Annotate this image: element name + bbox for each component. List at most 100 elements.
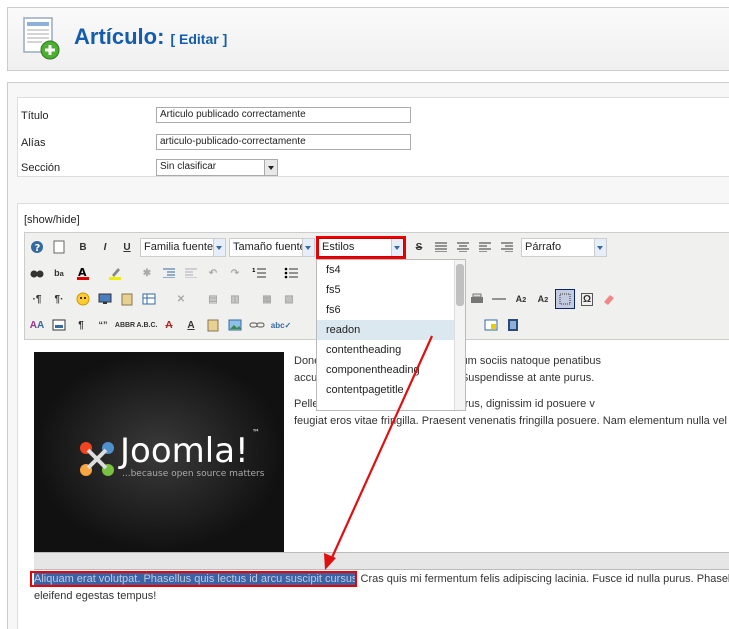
visual-chars-icon[interactable]: ¶ <box>71 315 91 335</box>
replace-icon[interactable]: ba <box>49 263 69 283</box>
visual-aid-icon[interactable] <box>555 289 575 309</box>
delete-row-icon[interactable]: ▧ <box>279 289 299 309</box>
dropdown-scrollbar[interactable] <box>454 260 465 410</box>
paragraph-select[interactable]: Párrafo <box>521 238 607 257</box>
image-icon[interactable] <box>225 315 245 335</box>
joomla-logo-graphic: Joomla! ™ ...because open source matters <box>80 428 265 479</box>
rtl-icon[interactable]: ¶· <box>49 289 69 309</box>
eraser-icon[interactable] <box>599 289 619 309</box>
subscript-icon[interactable]: A2 <box>511 289 531 309</box>
cell-props-icon[interactable]: ▥ <box>225 289 245 309</box>
emoticons-icon[interactable] <box>73 289 93 309</box>
font-size-value: Tamaño fuente <box>233 241 306 253</box>
superscript-icon[interactable]: A2 <box>533 289 553 309</box>
find-icon[interactable] <box>27 263 47 283</box>
help-icon[interactable]: ? <box>27 237 47 257</box>
underline-icon[interactable]: U <box>117 237 137 257</box>
styles-props-icon[interactable]: AA <box>27 315 47 335</box>
svg-text:1: 1 <box>252 268 256 274</box>
paste-icon[interactable] <box>117 289 137 309</box>
highlight-color-icon[interactable] <box>105 263 125 283</box>
styles-option-fs5[interactable]: fs5 <box>317 280 465 300</box>
abbr-icon[interactable]: ABBR <box>115 315 135 335</box>
page-title-text: Artículo: <box>74 24 165 49</box>
strikethrough-icon[interactable]: S <box>409 237 429 257</box>
font-size-select[interactable]: Tamaño fuente <box>229 238 315 257</box>
spellcheck-icon[interactable]: abc✓ <box>271 315 292 335</box>
page: Artículo: [ Editar ] Título Articulo publ… <box>0 0 729 629</box>
undo-icon[interactable]: ↶ <box>203 263 223 283</box>
joomla-logo-image[interactable]: Joomla! ™ ...because open source matters <box>34 352 284 552</box>
delete-table-icon[interactable]: ✕ <box>171 289 191 309</box>
styles-option-contentpagetitle[interactable]: contentpagetitle <box>317 380 465 400</box>
font-family-value: Familia fuente <box>144 241 214 253</box>
chevron-down-icon <box>302 239 314 256</box>
styles-select[interactable]: Estilos <box>316 236 406 259</box>
alias-input[interactable]: articulo-publicado-correctamente <box>156 134 411 150</box>
joomla-wordmark: Joomla! <box>118 431 249 471</box>
chevron-down-icon <box>391 239 403 256</box>
scrollbar-thumb[interactable] <box>456 264 464 306</box>
align-right-icon[interactable] <box>497 237 517 257</box>
article-add-icon <box>23 17 60 60</box>
print-icon[interactable] <box>467 289 487 309</box>
fields-box: Título Articulo publicado correctamente … <box>17 97 729 177</box>
edit-link[interactable]: [ Editar ] <box>170 31 227 47</box>
outdent-icon[interactable] <box>181 263 201 283</box>
styles-option-fs4[interactable]: fs4 <box>317 260 465 280</box>
align-justify-icon[interactable] <box>431 237 451 257</box>
styles-dropdown-list: fs4 fs5 fs6 readon contentheading componenthe… <box>316 259 466 411</box>
paragraph-2-line-2: feugiat eros vitae fringilla. Praesent v… <box>294 415 729 427</box>
joomla-tagline: ...because open source matters <box>122 469 265 479</box>
joomla-trademark: ™ <box>252 428 260 437</box>
styles-option-readon[interactable]: readon <box>317 320 465 340</box>
media-icon[interactable] <box>95 289 115 309</box>
seccion-label: Sección <box>21 162 61 174</box>
text-color-icon[interactable]: A <box>73 263 93 283</box>
bold-icon[interactable]: B <box>73 237 93 257</box>
horizontal-rule-icon[interactable] <box>489 289 509 309</box>
alias-label: Alías <box>21 137 46 149</box>
selection-bar <box>34 552 729 570</box>
redo-icon[interactable]: ↷ <box>225 263 245 283</box>
special-char-icon[interactable]: Ω <box>577 289 597 309</box>
styles-option-fs6[interactable]: fs6 <box>317 300 465 320</box>
attributes-icon[interactable] <box>203 315 223 335</box>
template-icon[interactable] <box>481 315 501 335</box>
ordered-list-icon[interactable]: 1 <box>249 263 269 283</box>
titulo-label: Título <box>21 110 49 122</box>
cite-icon[interactable]: “” <box>93 315 113 335</box>
chevron-down-icon <box>594 239 606 256</box>
clean-icon[interactable]: ✱ <box>137 263 157 283</box>
italic-icon[interactable]: I <box>95 237 115 257</box>
paragraph-3-rest: Cras quis mi fermentum felis adipiscing … <box>357 573 729 585</box>
align-center-icon[interactable] <box>453 237 473 257</box>
seccion-select[interactable]: Sin clasificar <box>156 159 278 176</box>
seccion-value: Sin clasificar <box>160 161 217 172</box>
insert-row-icon[interactable]: ▦ <box>257 289 277 309</box>
unordered-list-icon[interactable] <box>281 263 301 283</box>
indent-icon[interactable] <box>159 263 179 283</box>
styles-option-contentheading[interactable]: contentheading <box>317 340 465 360</box>
row-props-icon[interactable]: ▤ <box>203 289 223 309</box>
ins-icon[interactable]: A <box>181 315 201 335</box>
ltr-icon[interactable]: ·¶ <box>27 289 47 309</box>
highlight-annotation-box <box>30 571 357 587</box>
chevron-down-icon <box>213 239 225 256</box>
acronym-icon[interactable]: A.B.C. <box>137 315 158 335</box>
page-title: Artículo: [ Editar ] <box>74 24 227 50</box>
titulo-input[interactable]: Articulo publicado correctamente <box>156 107 411 123</box>
video-icon[interactable] <box>503 315 523 335</box>
show-hide-link[interactable]: [show/hide] <box>24 214 80 226</box>
paragraph-value: Párrafo <box>525 241 562 253</box>
new-document-icon[interactable] <box>49 237 69 257</box>
font-family-select[interactable]: Familia fuente <box>140 238 226 257</box>
styles-option-componentheading[interactable]: componentheading <box>317 360 465 380</box>
del-icon[interactable]: A <box>159 315 179 335</box>
table-icon[interactable] <box>139 289 159 309</box>
link-icon[interactable] <box>247 315 267 335</box>
styles-value: Estilos <box>322 241 355 253</box>
align-left-icon[interactable] <box>475 237 495 257</box>
insert-layer-icon[interactable] <box>49 315 69 335</box>
svg-text:?: ? <box>35 243 41 254</box>
